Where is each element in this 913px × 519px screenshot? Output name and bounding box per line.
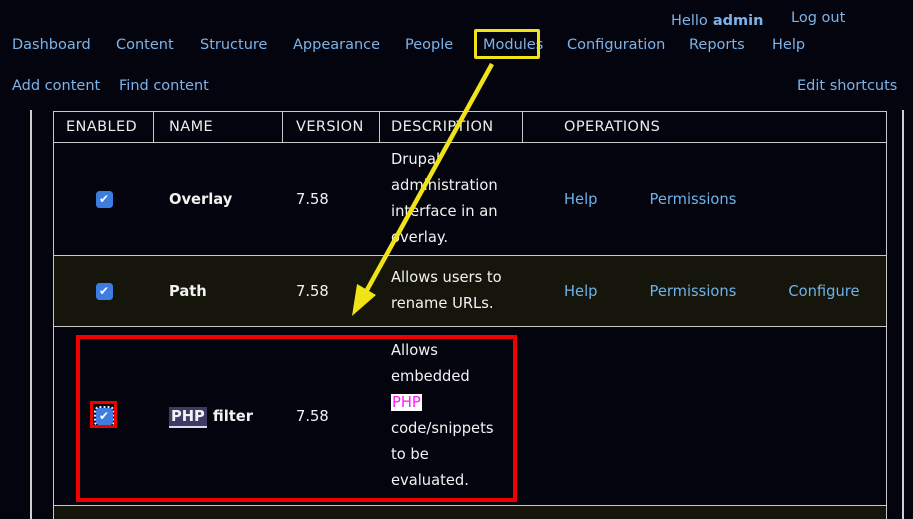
greeting-text: Hello admin <box>671 10 763 29</box>
menu-item-structure[interactable]: Structure <box>200 37 267 53</box>
shortcut-find-content[interactable]: Find content <box>119 78 209 94</box>
table-row-overlay: ✔ Overlay 7.58 Drupal administration int… <box>54 143 886 256</box>
menu-item-dashboard[interactable]: Dashboard <box>12 37 91 53</box>
table-row-php-filter: ✔ PHPfilter 7.58 Allows embedded PHP cod… <box>54 327 886 506</box>
module-version: 7.58 <box>283 408 380 425</box>
content-left-border <box>30 110 32 519</box>
permissions-link-overlay[interactable]: Permissions <box>649 191 736 208</box>
edit-shortcuts-link[interactable]: Edit shortcuts <box>797 78 897 94</box>
help-link-overlay[interactable]: Help <box>564 191 597 208</box>
table-header-row: ENABLED NAME VERSION DESCRIPTION OPERATI… <box>54 111 886 143</box>
module-name: Overlay <box>154 191 283 208</box>
module-name: PHPfilter <box>154 408 283 425</box>
menu-item-reports[interactable]: Reports <box>689 37 745 53</box>
module-description: Allows embedded PHP code/snippets to be … <box>380 338 523 494</box>
module-version: 7.58 <box>283 283 380 300</box>
menu-item-people[interactable]: People <box>405 37 453 53</box>
greeting-prefix: Hello <box>671 13 708 29</box>
module-description: Drupal administration interface in an ov… <box>380 147 523 251</box>
header-description: DESCRIPTION <box>380 112 523 142</box>
enabled-checkbox-overlay[interactable]: ✔ <box>96 191 113 208</box>
modules-table: ENABLED NAME VERSION DESCRIPTION OPERATI… <box>53 111 887 519</box>
menu-item-configuration[interactable]: Configuration <box>567 37 665 53</box>
header-name: NAME <box>154 112 283 142</box>
table-row-path: ✔ Path 7.58 Allows users to rename URLs.… <box>54 256 886 327</box>
username: admin <box>713 13 764 29</box>
permissions-link-path[interactable]: Permissions <box>649 283 736 300</box>
menu-item-content[interactable]: Content <box>116 37 174 53</box>
help-link-path[interactable]: Help <box>564 283 597 300</box>
header-operations: OPERATIONS <box>523 112 886 142</box>
menu-item-appearance[interactable]: Appearance <box>293 37 380 53</box>
logout-link[interactable]: Log out <box>791 10 845 26</box>
header-enabled: ENABLED <box>54 112 154 142</box>
enabled-checkbox-path[interactable]: ✔ <box>96 283 113 300</box>
header-version: VERSION <box>283 112 380 142</box>
shortcut-add-content[interactable]: Add content <box>12 78 100 94</box>
menu-item-modules[interactable]: Modules <box>483 37 543 53</box>
configure-link-path[interactable]: Configure <box>788 283 859 300</box>
module-name: Path <box>154 283 283 300</box>
menu-item-help[interactable]: Help <box>772 37 805 53</box>
content-right-border <box>902 110 904 519</box>
module-version: 7.58 <box>283 191 380 208</box>
module-description: Allows users to rename URLs. <box>380 265 523 317</box>
table-row-partial <box>54 506 886 519</box>
find-highlight-description: PHP <box>391 394 422 411</box>
enabled-checkbox-php-filter[interactable]: ✔ <box>96 408 113 425</box>
find-highlight-name: PHP <box>169 407 207 428</box>
